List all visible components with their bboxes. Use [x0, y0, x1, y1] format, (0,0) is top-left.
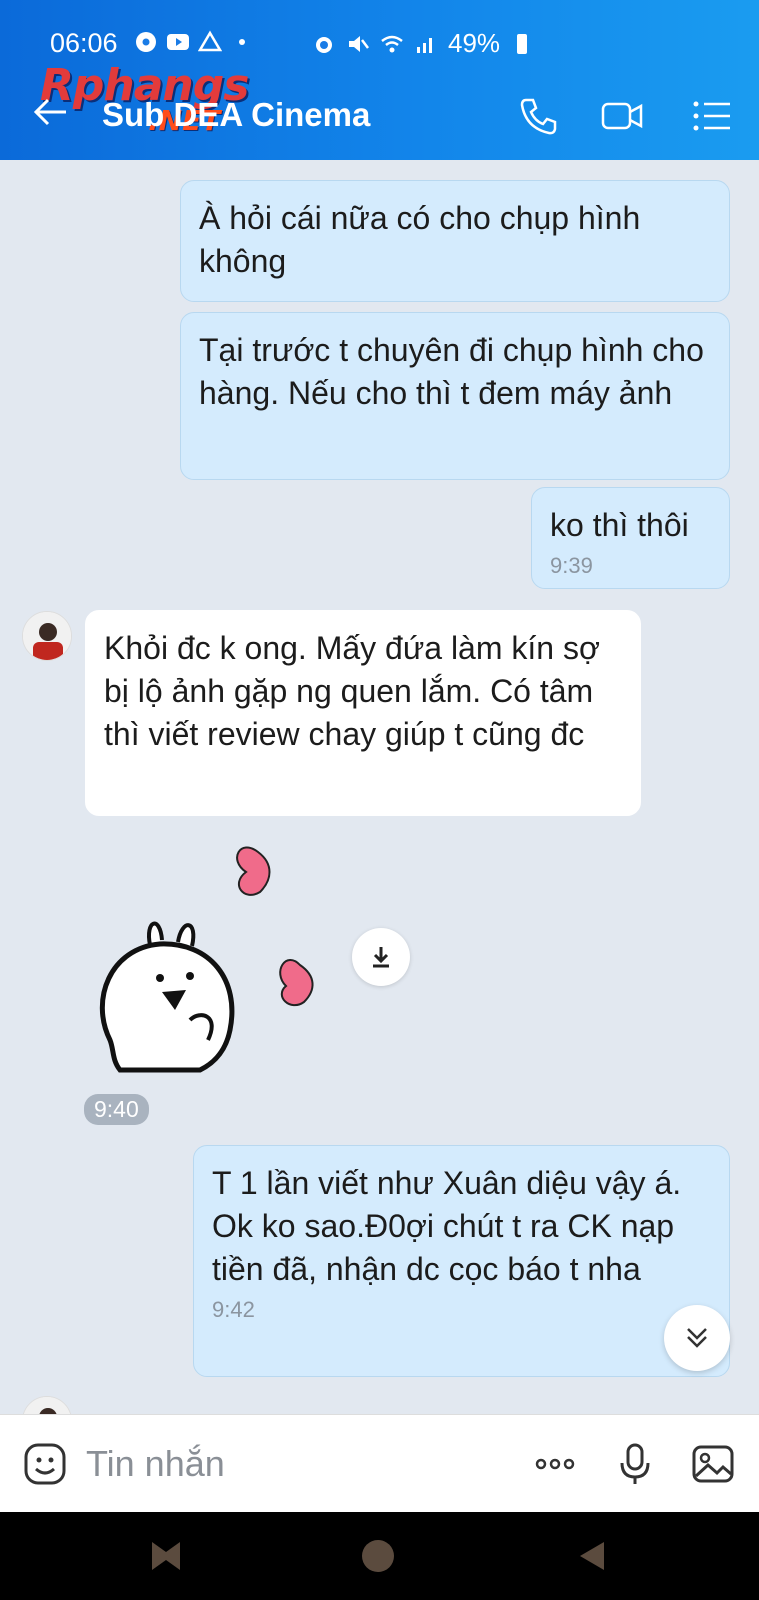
download-icon: [373, 947, 389, 968]
system-nav-bar: [0, 1512, 759, 1600]
bunny-sticker[interactable]: [90, 840, 350, 1080]
message-bubble[interactable]: Khỏi đc k ong. Mấy đứa làm kín sợ bị lộ …: [85, 610, 641, 816]
mute-icon: [349, 35, 369, 52]
message-bubble[interactable]: À hỏi cái nữa có cho chụp hình không: [180, 180, 730, 302]
phone-call-icon[interactable]: [516, 94, 560, 138]
message-input-bar: Tin nhắn: [0, 1414, 759, 1512]
back-nav-icon[interactable]: [574, 1538, 610, 1574]
battery-percent: 49%: [448, 28, 501, 58]
video-call-icon[interactable]: [600, 94, 644, 138]
conversation-title[interactable]: Sub DEA Cinema: [102, 96, 370, 134]
message-input[interactable]: Tin nhắn: [86, 1443, 225, 1485]
download-button[interactable]: [352, 928, 410, 986]
message-text: Tại trước t chuyên đi chụp hình cho hàng…: [199, 332, 704, 411]
dot-icon: [239, 39, 245, 45]
message-bubble[interactable]: T 1 lần viết như Xuân diệu vậy á. Ok ko …: [193, 1145, 730, 1377]
status-right: 49%: [312, 28, 534, 59]
wifi-icon: [381, 35, 403, 52]
image-gallery-icon[interactable]: [690, 1441, 736, 1487]
message-text: À hỏi cái nữa có cho chụp hình không: [199, 200, 641, 279]
avatar[interactable]: [22, 1396, 72, 1414]
more-options-icon[interactable]: [532, 1441, 578, 1487]
recent-apps-icon[interactable]: [148, 1538, 184, 1574]
message-bubble[interactable]: ko thì thôi 9:39: [531, 487, 730, 589]
status-left-icons: [134, 30, 254, 54]
message-list[interactable]: À hỏi cái nữa có cho chụp hình không Tại…: [0, 160, 759, 1414]
avatar[interactable]: [22, 611, 72, 661]
drive-icon: [198, 30, 222, 52]
message-text: Khỏi đc k ong. Mấy đứa làm kín sợ bị lộ …: [104, 630, 600, 752]
status-time: 06:06: [50, 28, 118, 58]
message-time: 9:42: [212, 1297, 255, 1322]
back-arrow-icon[interactable]: [30, 92, 70, 132]
avatar-image: [23, 612, 71, 660]
message-text: T 1 lần viết như Xuân diệu vậy á. Ok ko …: [212, 1165, 682, 1287]
message-bubble[interactable]: Tại trước t chuyên đi chụp hình cho hàng…: [180, 312, 730, 480]
signal-icon: [417, 37, 432, 53]
message-text: ko thì thôi: [550, 507, 689, 543]
top-app-bar: 06:06 49% Rphangs .NET Sub DEA Cinema: [0, 0, 759, 160]
emoji-sticker-icon[interactable]: [22, 1441, 68, 1487]
scroll-to-bottom-button[interactable]: [664, 1305, 730, 1371]
menu-list-icon[interactable]: [690, 94, 734, 138]
youtube-icon: [167, 34, 189, 50]
battery-icon: [517, 33, 528, 54]
home-icon[interactable]: [360, 1538, 396, 1574]
avatar-image: [23, 1397, 71, 1414]
message-time: 9:39: [550, 553, 593, 578]
microphone-icon[interactable]: [612, 1441, 658, 1487]
soccer-icon: [136, 32, 156, 52]
sticker-time: 9:40: [84, 1094, 149, 1125]
alarm-icon: [316, 36, 332, 53]
double-chevron-down-icon: [687, 1328, 707, 1348]
